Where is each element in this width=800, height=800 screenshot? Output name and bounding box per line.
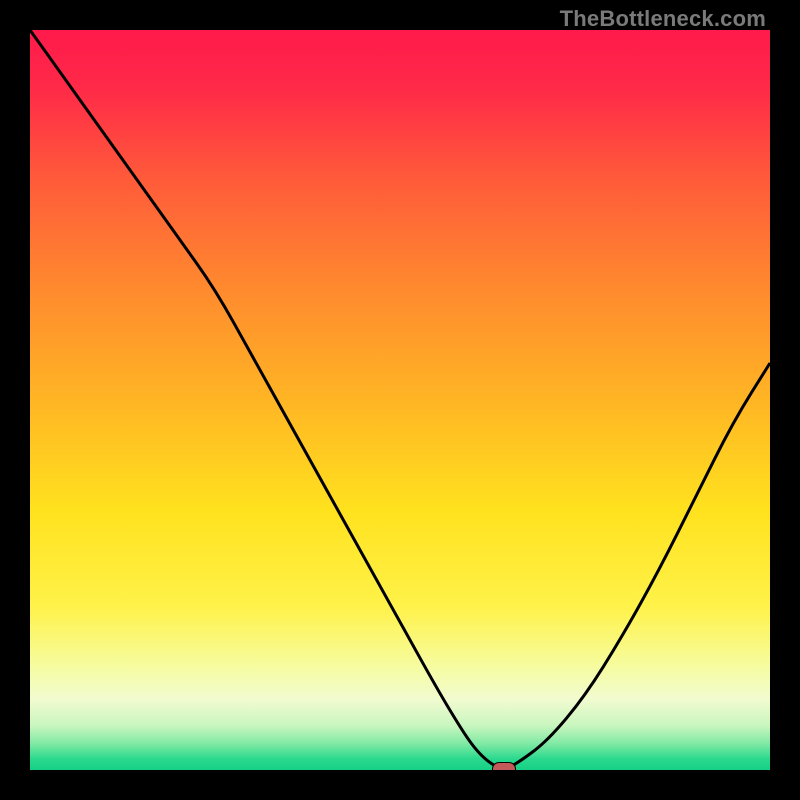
chart-svg: [30, 30, 770, 770]
watermark-text: TheBottleneck.com: [560, 6, 766, 32]
plot-area: [30, 30, 770, 770]
gradient-background: [30, 30, 770, 770]
chart-frame: TheBottleneck.com: [0, 0, 800, 800]
min-marker: [492, 762, 516, 770]
